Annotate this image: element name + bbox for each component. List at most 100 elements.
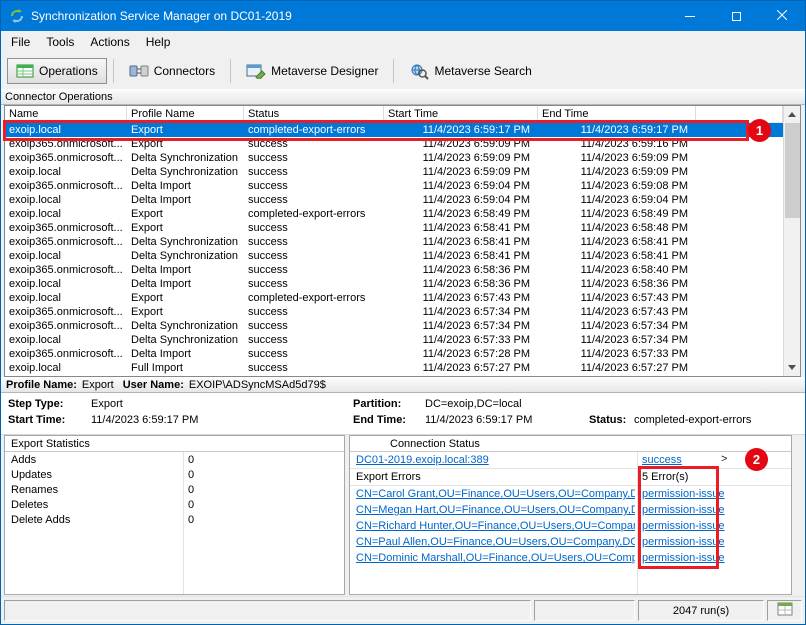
operation-row[interactable]: exoip.localDelta Synchronizationsuccess1… — [5, 165, 783, 179]
operation-cell: 11/4/2023 6:58:36 PM — [384, 263, 538, 277]
operation-row[interactable]: exoip365.onmicrosoft...Exportsuccess11/4… — [5, 137, 783, 151]
column-header-end-time[interactable]: End Time — [538, 106, 696, 122]
detail-fields: Step Type: Export Start Time: 11/4/2023 … — [1, 393, 805, 435]
step-type-value: Export — [91, 398, 123, 410]
column-header-start-time[interactable]: Start Time — [384, 106, 538, 122]
step-type-label: Step Type: — [8, 398, 63, 410]
column-header-status[interactable]: Status — [244, 106, 384, 122]
server-status-link[interactable]: success — [642, 454, 791, 466]
operation-cell: 11/4/2023 6:57:43 PM — [538, 291, 696, 305]
operation-cell: 11/4/2023 6:57:34 PM — [384, 319, 538, 333]
operation-cell: exoip.local — [5, 333, 127, 347]
operation-cell: Delta Import — [127, 193, 244, 207]
start-time-value: 11/4/2023 6:59:17 PM — [91, 414, 198, 426]
export-errors-title: Export Errors — [356, 471, 637, 483]
statistic-value: 0 — [183, 514, 344, 526]
operation-cell: success — [244, 277, 384, 291]
column-header-profile-name[interactable]: Profile Name — [127, 106, 244, 122]
profile-name-label: Profile Name: — [6, 379, 77, 391]
operation-cell: Delta Synchronization — [127, 151, 244, 165]
operation-cell: 11/4/2023 6:57:28 PM — [384, 347, 538, 361]
operation-cell: 11/4/2023 6:59:17 PM — [384, 123, 538, 137]
operation-row[interactable]: exoip.localDelta Importsuccess11/4/2023 … — [5, 193, 783, 207]
error-dn-link[interactable]: CN=Richard Hunter,OU=Finance,OU=Users,OU… — [356, 520, 635, 532]
export-statistics-panel: Export Statistics Adds0Updates0Renames0D… — [4, 435, 345, 595]
operation-cell: exoip.local — [5, 277, 127, 291]
operation-row[interactable]: exoip365.onmicrosoft...Delta Importsucce… — [5, 347, 783, 361]
error-type-link[interactable]: permission-issue — [642, 520, 791, 532]
operation-row[interactable]: exoip.localExportcompleted-export-errors… — [5, 123, 783, 137]
error-type-link[interactable]: permission-issue — [642, 536, 791, 548]
operation-row[interactable]: exoip365.onmicrosoft...Exportsuccess11/4… — [5, 305, 783, 319]
connector-operations-title: Connector Operations — [5, 91, 113, 103]
operation-row[interactable]: exoip365.onmicrosoft...Exportsuccess11/4… — [5, 221, 783, 235]
operation-row[interactable]: exoip.localFull Importsuccess11/4/2023 6… — [5, 361, 783, 375]
operation-row[interactable]: exoip365.onmicrosoft...Delta Importsucce… — [5, 263, 783, 277]
export-error-row: CN=Carol Grant,OU=Finance,OU=Users,OU=Co… — [350, 486, 791, 502]
operation-cell: 11/4/2023 6:58:36 PM — [538, 277, 696, 291]
operation-cell: exoip.local — [5, 193, 127, 207]
operation-row[interactable]: exoip.localDelta Importsuccess11/4/2023 … — [5, 277, 783, 291]
metaverse-search-button[interactable]: Metaverse Search — [400, 58, 540, 85]
minimize-button[interactable] — [667, 1, 713, 31]
menu-file[interactable]: File — [3, 32, 38, 52]
error-dn-link[interactable]: CN=Megan Hart,OU=Finance,OU=Users,OU=Com… — [356, 504, 635, 516]
operation-row[interactable]: exoip.localDelta Synchronizationsuccess1… — [5, 333, 783, 347]
error-dn-link[interactable]: CN=Carol Grant,OU=Finance,OU=Users,OU=Co… — [356, 488, 635, 500]
scroll-thumb[interactable] — [785, 123, 800, 218]
operation-cell: success — [244, 249, 384, 263]
operation-cell: 11/4/2023 6:59:04 PM — [384, 193, 538, 207]
minimize-icon — [685, 16, 695, 17]
operation-row[interactable]: exoip365.onmicrosoft...Delta Synchroniza… — [5, 235, 783, 249]
operation-row[interactable]: exoip.localDelta Synchronizationsuccess1… — [5, 249, 783, 263]
operation-cell: Export — [127, 221, 244, 235]
metaverse-designer-label: Metaverse Designer — [271, 64, 378, 78]
operation-row[interactable]: exoip365.onmicrosoft...Delta Synchroniza… — [5, 319, 783, 333]
status-panel-main — [4, 600, 531, 621]
error-dn-link[interactable]: CN=Dominic Marshall,OU=Finance,OU=Users,… — [356, 552, 635, 564]
operation-cell: exoip365.onmicrosoft... — [5, 235, 127, 249]
error-dn-link[interactable]: CN=Paul Allen,OU=Finance,OU=Users,OU=Com… — [356, 536, 635, 548]
maximize-button[interactable] — [713, 1, 759, 31]
operation-row[interactable]: exoip365.onmicrosoft...Delta Importsucce… — [5, 179, 783, 193]
menu-tools[interactable]: Tools — [38, 32, 82, 52]
error-type-link[interactable]: permission-issue — [642, 552, 791, 564]
operation-cell: exoip.local — [5, 361, 127, 375]
toolbar: Operations Connectors — [1, 53, 805, 89]
scroll-up-arrow[interactable] — [784, 106, 800, 123]
operation-cell-filler — [696, 193, 783, 207]
operation-cell: 11/4/2023 6:58:36 PM — [384, 277, 538, 291]
server-link[interactable]: DC01-2019.exoip.local:389 — [356, 454, 637, 466]
export-error-row: CN=Megan Hart,OU=Finance,OU=Users,OU=Com… — [350, 502, 791, 518]
window-title: Synchronization Service Manager on DC01-… — [31, 9, 667, 23]
status-panel-runs: 2047 run(s) — [638, 600, 764, 621]
connectors-button[interactable]: Connectors — [120, 58, 224, 84]
operation-row[interactable]: exoip365.onmicrosoft...Delta Synchroniza… — [5, 151, 783, 165]
operation-row[interactable]: exoip.localExportcompleted-export-errors… — [5, 291, 783, 305]
operation-row[interactable]: exoip.localExportcompleted-export-errors… — [5, 207, 783, 221]
error-type-link[interactable]: permission-issue — [642, 488, 791, 500]
up-triangle-icon — [788, 112, 796, 117]
status-label: Status: — [589, 414, 626, 426]
operation-cell: 11/4/2023 6:58:49 PM — [384, 207, 538, 221]
menu-actions[interactable]: Actions — [82, 32, 137, 52]
export-errors-header-row: Export Errors 5 Error(s) — [350, 469, 791, 486]
operation-cell: 11/4/2023 6:59:04 PM — [384, 179, 538, 193]
operation-cell-filler — [696, 263, 783, 277]
status-panel-secondary — [534, 600, 635, 621]
vertical-scrollbar[interactable] — [783, 106, 800, 376]
scroll-down-arrow[interactable] — [784, 359, 800, 376]
operations-button[interactable]: Operations — [7, 58, 107, 84]
menu-help[interactable]: Help — [138, 32, 179, 52]
operation-cell: 11/4/2023 6:57:34 PM — [538, 333, 696, 347]
toolbar-separator — [230, 59, 231, 83]
operation-cell: exoip365.onmicrosoft... — [5, 347, 127, 361]
column-header-name[interactable]: Name — [5, 106, 127, 122]
metaverse-designer-button[interactable]: Metaverse Designer — [237, 58, 387, 84]
error-type-link[interactable]: permission-issue — [642, 504, 791, 516]
operation-cell: success — [244, 193, 384, 207]
close-button[interactable] — [759, 1, 805, 31]
statistic-label: Renames — [5, 484, 183, 496]
operation-cell-filler — [696, 347, 783, 361]
operation-cell: Delta Import — [127, 179, 244, 193]
